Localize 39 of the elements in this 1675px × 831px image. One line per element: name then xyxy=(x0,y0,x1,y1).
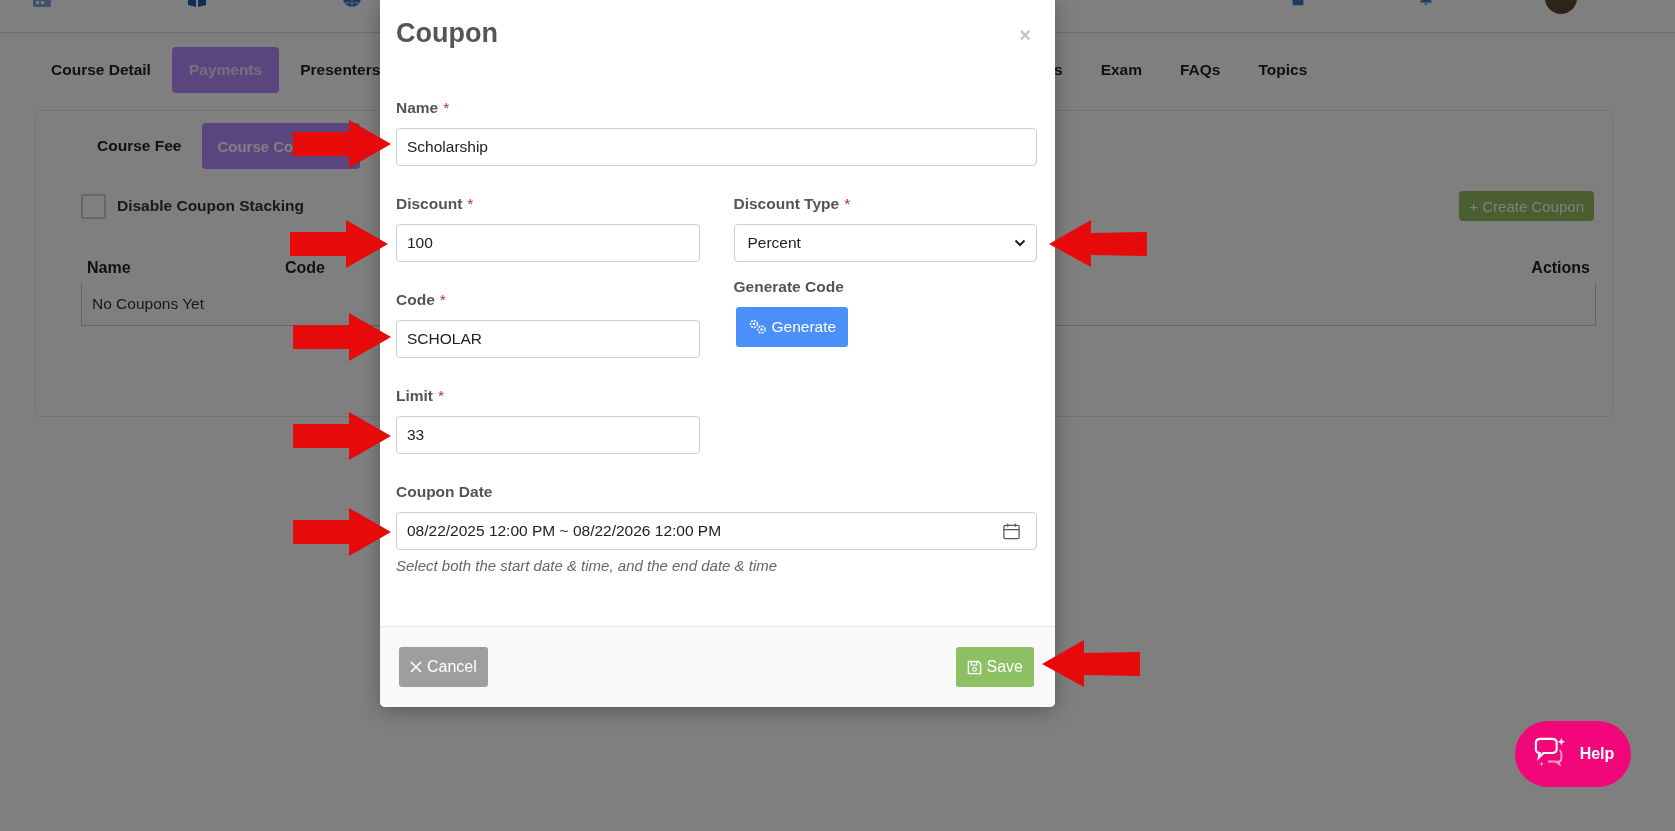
course-tab[interactable]: Course Detail xyxy=(34,47,168,93)
input-field[interactable]: SCHOLAR xyxy=(396,320,700,358)
input-field[interactable]: Scholarship xyxy=(396,128,1037,166)
dialog-title: Coupon xyxy=(396,17,498,50)
column-header: Name xyxy=(87,259,132,277)
field-label: Discount Type xyxy=(733,194,840,214)
caret-icon xyxy=(1014,239,1026,247)
checkbox[interactable] xyxy=(81,193,106,219)
required-mark: * xyxy=(443,98,450,118)
input-field[interactable]: 33 xyxy=(396,416,700,454)
checkbox-label: Disable Coupon Stacking xyxy=(117,197,304,215)
gears-icon xyxy=(747,318,768,336)
help-text: Select both the start date & time, and the end date & time xyxy=(396,557,779,574)
field-label: Discount xyxy=(396,194,463,214)
help-button[interactable]: Help xyxy=(1515,721,1631,787)
calendar-icon[interactable] xyxy=(1002,521,1021,541)
course-tab[interactable]: Exam xyxy=(1083,47,1159,93)
required-mark: * xyxy=(467,194,474,214)
field-label: Generate Code xyxy=(733,277,844,297)
date-range-field[interactable]: 08/22/2025 12:00 PM ~ 08/22/2026 12:00 PM xyxy=(396,512,1037,550)
course-tab[interactable]: Topics xyxy=(1241,47,1325,93)
dropdown[interactable]: Percent xyxy=(733,224,1037,262)
field-label: Code xyxy=(396,290,435,310)
field-label: Coupon Date xyxy=(396,482,493,502)
column-header: Code xyxy=(285,259,326,277)
column-header: Actions xyxy=(1531,259,1590,277)
course-tab[interactable]: FAQs xyxy=(1163,47,1238,93)
required-mark: * xyxy=(439,290,446,310)
close-icon xyxy=(410,661,422,673)
payment-tab[interactable]: Course Fee xyxy=(80,123,199,169)
generate-button[interactable]: Generate xyxy=(735,307,849,347)
field-label: Limit xyxy=(396,386,434,406)
field-label: Name xyxy=(396,98,439,118)
empty-message: No Coupons Yet xyxy=(92,295,205,313)
required-mark: * xyxy=(438,386,445,406)
cancel-button[interactable]: Cancel xyxy=(399,647,488,687)
input-field[interactable]: 100 xyxy=(396,224,700,262)
save-icon xyxy=(966,659,982,675)
required-mark: * xyxy=(844,194,851,214)
